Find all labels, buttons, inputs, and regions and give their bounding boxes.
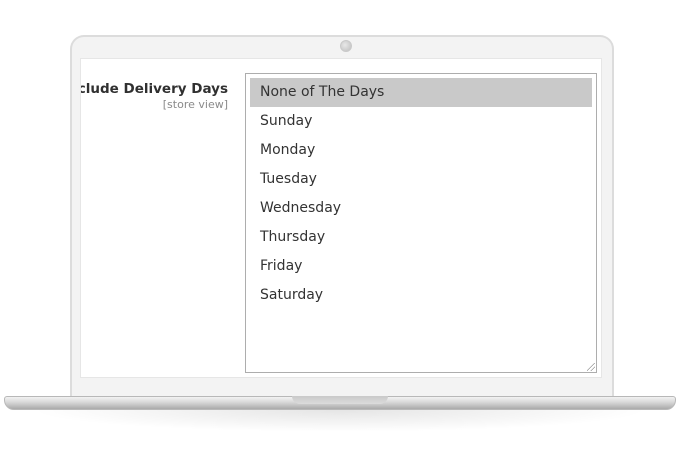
field-title: Exclude Delivery Days	[81, 81, 228, 97]
resize-grip-icon[interactable]	[587, 363, 595, 371]
camera-icon	[340, 40, 352, 52]
option-sunday[interactable]: Sunday	[250, 107, 592, 136]
option-saturday[interactable]: Saturday	[250, 281, 592, 310]
laptop-mockup: Exclude Delivery Days [store view] None …	[0, 0, 680, 450]
field-scope: [store view]	[162, 98, 228, 111]
exclude-delivery-days-multiselect[interactable]: None of The Days Sunday Monday Tuesday W…	[245, 73, 597, 373]
option-none-of-the-days[interactable]: None of The Days	[250, 78, 592, 107]
field-label-group: Exclude Delivery Days [store view]	[81, 81, 228, 111]
option-thursday[interactable]: Thursday	[250, 223, 592, 252]
option-friday[interactable]: Friday	[250, 252, 592, 281]
option-tuesday[interactable]: Tuesday	[250, 165, 592, 194]
laptop-notch	[292, 396, 388, 404]
laptop-shadow	[30, 410, 650, 432]
laptop-screen: Exclude Delivery Days [store view] None …	[80, 58, 602, 378]
option-monday[interactable]: Monday	[250, 136, 592, 165]
option-wednesday[interactable]: Wednesday	[250, 194, 592, 223]
